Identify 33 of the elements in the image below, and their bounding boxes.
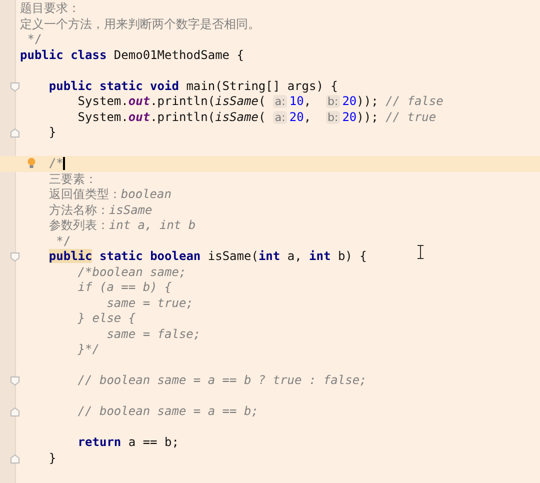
code-line: same = false;	[106, 326, 201, 342]
fold-marker-icon[interactable]	[10, 82, 20, 92]
code-line: public static boolean isSame(int a, int b) {	[48, 249, 367, 264]
code-line: 三要素：	[48, 172, 97, 187]
code-line: */	[26, 32, 42, 48]
code-line: System.out.println(isSame( a: 10, b: 20)); // false	[76, 94, 444, 110]
code-editor[interactable]	[0, 0, 540, 483]
code-line: } else {	[76, 311, 136, 326]
code-line: 方法名称：isSame	[48, 202, 152, 218]
code-line: // boolean same = a == b ? true : false;	[76, 373, 367, 388]
code-line: /*	[48, 156, 66, 172]
code-line: 返回值类型：boolean	[48, 187, 172, 202]
code-line: }	[48, 450, 56, 466]
code-line: 题目要求：	[20, 1, 80, 16]
text-cursor-icon	[417, 245, 424, 259]
code-line: // boolean same = a == b;	[76, 404, 258, 420]
code-line: return a == b;	[76, 435, 179, 450]
fold-marker-icon[interactable]	[10, 128, 20, 138]
fold-marker-icon[interactable]	[10, 376, 20, 386]
code-line: 参数列表：int a, int b	[48, 218, 196, 234]
fold-marker-icon[interactable]	[10, 252, 20, 262]
code-line: public class Demo01MethodSame {	[20, 48, 244, 63]
code-line: System.out.println(isSame( a: 20, b: 20)); // true	[76, 110, 436, 125]
lightbulb-icon[interactable]	[27, 157, 36, 169]
code-line: */	[55, 234, 71, 249]
code-line: 定义一个方法，用来判断两个数字是否相同。	[20, 16, 260, 32]
code-line: }*/	[76, 342, 100, 358]
code-line: }	[48, 125, 56, 140]
code-line: same = true;	[106, 296, 194, 311]
fold-marker-icon[interactable]	[10, 407, 20, 417]
code-line: public static void main(String[] args) {	[48, 78, 338, 94]
code-line: /*boolean same;	[76, 264, 186, 280]
code-line: if (a == b) {	[76, 280, 172, 296]
